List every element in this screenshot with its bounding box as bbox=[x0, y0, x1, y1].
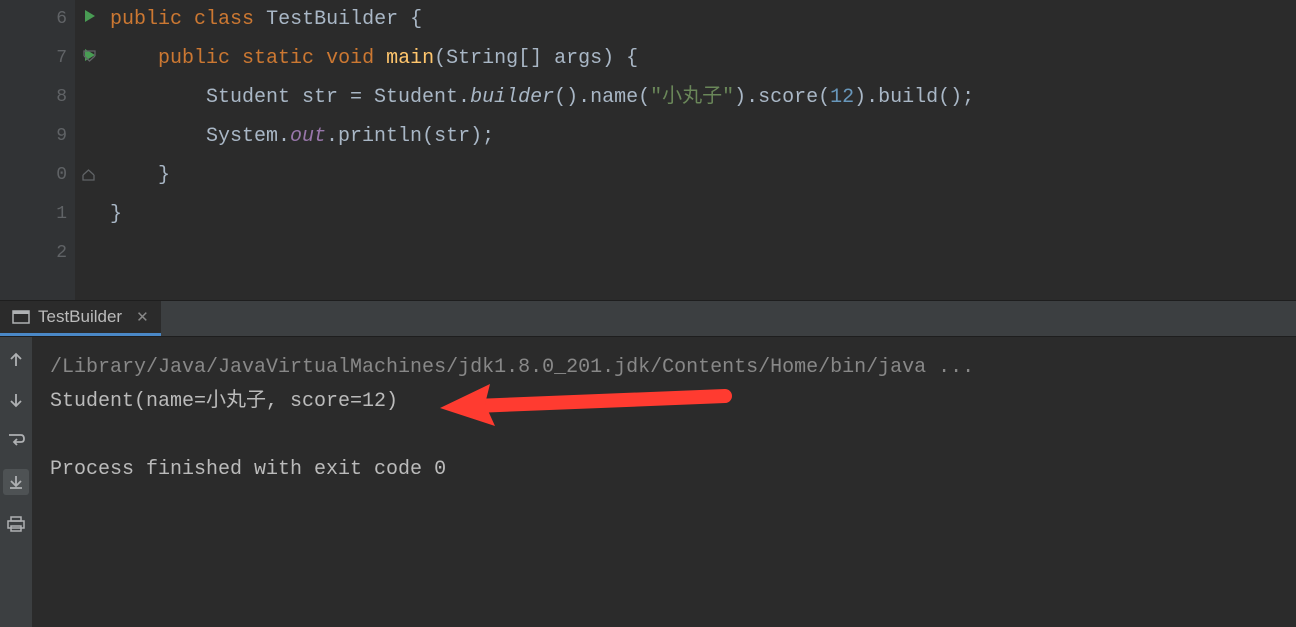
code-text: ).score( bbox=[734, 86, 830, 109]
up-arrow-button[interactable] bbox=[5, 349, 27, 371]
line-number: 8 bbox=[56, 78, 67, 117]
keyword: public bbox=[158, 47, 230, 70]
run-console-panel: TestBuilder ✕ /Library/Java/JavaVirtualM… bbox=[0, 301, 1296, 627]
line-number: 1 bbox=[56, 195, 67, 234]
code-text: .println(str); bbox=[326, 125, 494, 148]
code-line: public class TestBuilder { bbox=[110, 0, 1296, 39]
gutter-row: 2 bbox=[0, 234, 67, 273]
static-field: out bbox=[290, 125, 326, 148]
code-line: } bbox=[110, 195, 1296, 234]
keyword: void bbox=[326, 47, 374, 70]
scroll-to-end-button[interactable] bbox=[3, 469, 29, 495]
line-number: 0 bbox=[56, 156, 67, 195]
number-literal: 12 bbox=[830, 86, 854, 109]
line-number: 2 bbox=[56, 234, 67, 273]
line-number: 7 bbox=[56, 39, 67, 78]
down-arrow-button[interactable] bbox=[5, 389, 27, 411]
static-method: builder bbox=[470, 86, 554, 109]
keyword: class bbox=[194, 8, 254, 31]
keyword: static bbox=[242, 47, 314, 70]
method-name: main bbox=[386, 47, 434, 70]
tab-label: TestBuilder bbox=[38, 307, 122, 327]
console-tab-bar: TestBuilder ✕ bbox=[0, 301, 1296, 337]
line-number-gutter: 6 7 8 9 0 1 2 bbox=[0, 0, 75, 300]
console-exit-line: Process finished with exit code 0 bbox=[50, 453, 1278, 487]
console-command-line: /Library/Java/JavaVirtualMachines/jdk1.8… bbox=[50, 351, 1278, 385]
console-tab-icon bbox=[12, 309, 30, 325]
brace: { bbox=[398, 8, 422, 31]
console-output-line: Student(name=小丸子, score=12) bbox=[50, 385, 1278, 419]
console-body: /Library/Java/JavaVirtualMachines/jdk1.8… bbox=[0, 337, 1296, 627]
code-line: public static void main(String[] args) { bbox=[110, 39, 1296, 78]
code-content[interactable]: public class TestBuilder { public static… bbox=[75, 0, 1296, 300]
gutter-row: 9 bbox=[0, 117, 67, 156]
code-text: ).build(); bbox=[854, 86, 974, 109]
code-text: System. bbox=[206, 125, 290, 148]
code-editor[interactable]: 6 7 8 9 0 1 2 bbox=[0, 0, 1296, 300]
close-tab-icon[interactable]: ✕ bbox=[136, 308, 149, 326]
line-number: 9 bbox=[56, 117, 67, 156]
console-blank-line bbox=[50, 419, 1278, 453]
gutter-row: 1 bbox=[0, 195, 67, 234]
soft-wrap-button[interactable] bbox=[5, 429, 27, 451]
gutter-row: 7 bbox=[0, 39, 67, 78]
string-literal: "小丸子" bbox=[650, 86, 734, 109]
print-button[interactable] bbox=[5, 513, 27, 535]
keyword: public bbox=[110, 8, 182, 31]
params: (String[] args) { bbox=[434, 47, 638, 70]
line-number: 6 bbox=[56, 0, 67, 39]
class-name: TestBuilder bbox=[266, 8, 398, 31]
brace: } bbox=[110, 164, 170, 187]
code-line: Student str = Student.builder().name("小丸… bbox=[110, 78, 1296, 117]
console-output[interactable]: /Library/Java/JavaVirtualMachines/jdk1.8… bbox=[32, 337, 1296, 627]
console-toolbar bbox=[0, 337, 32, 627]
gutter-row: 0 bbox=[0, 156, 67, 195]
code-line: } bbox=[110, 156, 1296, 195]
brace: } bbox=[110, 203, 122, 226]
code-line: System.out.println(str); bbox=[110, 117, 1296, 156]
code-text: ().name( bbox=[554, 86, 650, 109]
gutter-row: 8 bbox=[0, 78, 67, 117]
code-text: Student str = Student. bbox=[206, 86, 470, 109]
gutter-row: 6 bbox=[0, 0, 67, 39]
console-tab[interactable]: TestBuilder ✕ bbox=[0, 301, 161, 336]
